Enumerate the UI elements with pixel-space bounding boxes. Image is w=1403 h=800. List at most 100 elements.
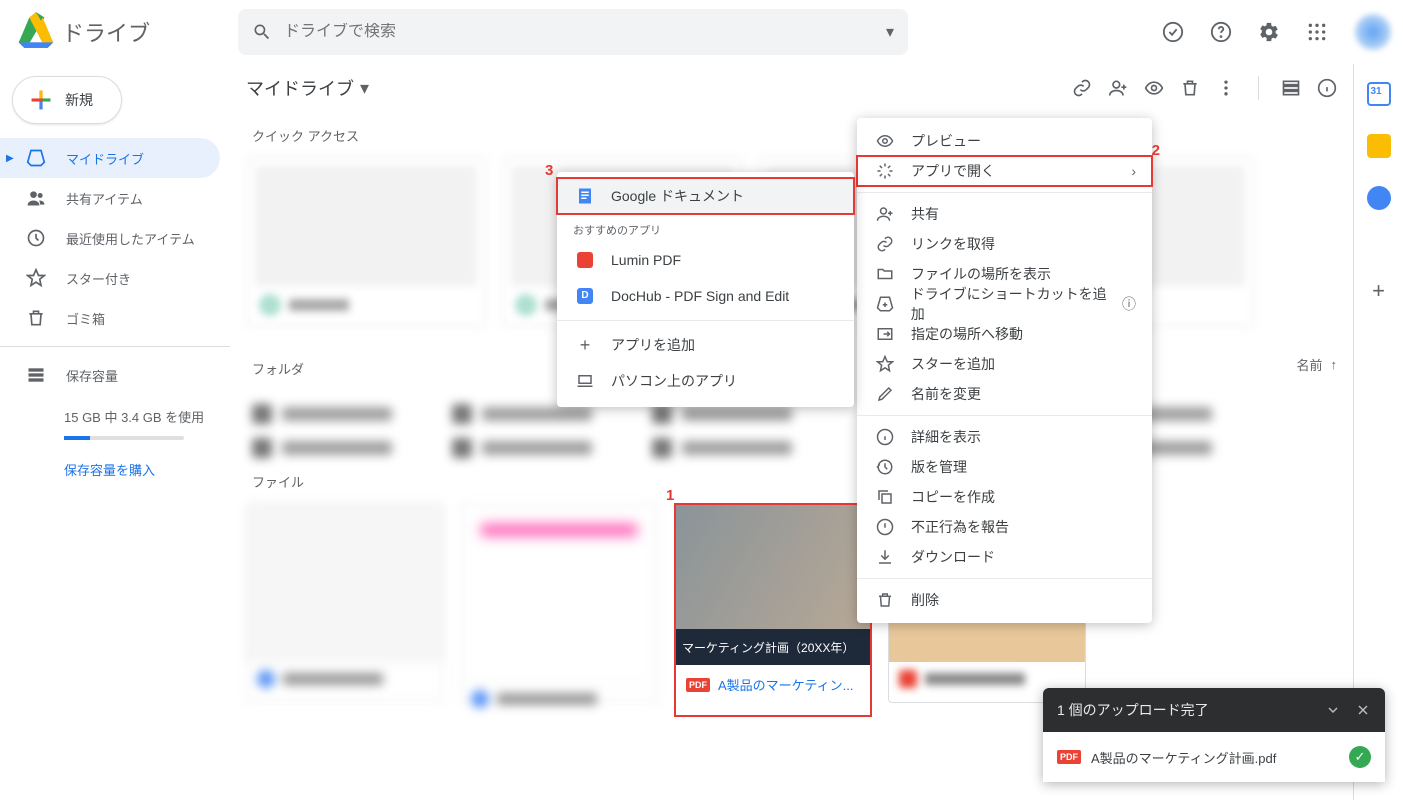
sidebar-item-label: 最近使用したアイテム (66, 229, 195, 248)
plus-icon (27, 86, 55, 114)
folders-label: フォルダ (252, 359, 304, 378)
annotation-3: 3 (545, 162, 553, 179)
ctx-rename[interactable]: 名前を変更 (857, 379, 1152, 409)
search-icon (252, 22, 272, 42)
ctx-remove[interactable]: 削除 (857, 585, 1152, 615)
sidebar-item-mydrive[interactable]: ▶ マイドライブ (0, 138, 220, 178)
storage-icon (24, 365, 48, 385)
ctx-versions[interactable]: 版を管理 (857, 452, 1152, 482)
new-label: 新規 (65, 90, 93, 110)
lumin-icon (573, 252, 597, 268)
search-input[interactable] (284, 23, 886, 41)
link-icon[interactable] (1072, 78, 1092, 98)
ctx-report[interactable]: 不正行為を報告 (857, 512, 1152, 542)
trash-icon (24, 308, 48, 328)
pdf-icon: PDF (686, 678, 710, 692)
ctx-share[interactable]: 共有 (857, 199, 1152, 229)
open-with-icon (873, 162, 897, 180)
list-view-icon[interactable] (1281, 78, 1301, 98)
link-icon (873, 235, 897, 253)
sidebar-item-label: マイドライブ (66, 149, 144, 168)
open-with-submenu: 3 Google ドキュメント おすすめのアプリ Lumin PDF DDocH… (557, 172, 854, 407)
settings-icon[interactable] (1249, 12, 1289, 52)
add-person-icon (873, 205, 897, 223)
trash-icon (873, 591, 897, 609)
annotation-1: 1 (666, 487, 674, 504)
sidebar-item-starred[interactable]: スター付き (0, 258, 220, 298)
new-button[interactable]: 新規 (12, 76, 122, 124)
add-icon[interactable]: + (1372, 278, 1385, 304)
sidebar-item-trash[interactable]: ゴミ箱 (0, 298, 220, 338)
drive-logo[interactable] (16, 12, 56, 52)
eye-icon[interactable] (1144, 78, 1164, 98)
calendar-icon[interactable] (1367, 82, 1391, 106)
sidebar-item-label: スター付き (66, 269, 131, 288)
sidebar-item-shared[interactable]: 共有アイテム (0, 178, 220, 218)
sub-add-app[interactable]: +アプリを追加 (557, 327, 854, 363)
apps-icon[interactable] (1297, 12, 1337, 52)
selected-file-card[interactable]: 1 マーケティング計画（20XX年） PDF A製品のマーケティン... (674, 503, 872, 717)
ctx-add-shortcut[interactable]: ドライブにショートカットを追加ⓘ (857, 289, 1152, 319)
breadcrumb[interactable]: マイドライブ ▾ (246, 75, 369, 101)
file-banner: マーケティング計画（20XX年） (676, 629, 870, 665)
trash-icon[interactable] (1180, 78, 1200, 98)
files-label: ファイル (252, 472, 1337, 491)
tasks-icon[interactable] (1367, 186, 1391, 210)
help-icon: ⓘ (1122, 294, 1136, 314)
quick-card[interactable] (246, 157, 486, 327)
storage-label: 保存容量 (66, 366, 118, 385)
ready-offline-icon[interactable] (1153, 12, 1193, 52)
upload-panel: 1 個のアップロード完了 PDF A製品のマーケティング計画.pdf ✓ (1043, 688, 1385, 782)
buy-storage-link[interactable]: 保存容量を購入 (64, 460, 230, 479)
sidebar-item-storage[interactable]: 保存容量 (0, 355, 220, 395)
plus-icon: + (573, 335, 597, 356)
caret-right-icon: ▶ (6, 153, 14, 164)
file-name: A製品のマーケティン... (718, 675, 853, 694)
ctx-details[interactable]: 詳細を表示 (857, 422, 1152, 452)
file-card[interactable] (246, 503, 444, 703)
sub-desktop-apps[interactable]: パソコン上のアプリ (557, 363, 854, 399)
warning-icon (873, 518, 897, 536)
dochub-icon: D (573, 288, 597, 304)
eye-icon (873, 132, 897, 150)
sub-lumin[interactable]: Lumin PDF (557, 242, 854, 278)
more-icon[interactable] (1216, 78, 1236, 98)
check-icon: ✓ (1349, 746, 1371, 768)
add-person-icon[interactable] (1108, 78, 1128, 98)
info-icon[interactable] (1317, 78, 1337, 98)
ctx-download[interactable]: ダウンロード (857, 542, 1152, 572)
chevron-down-icon[interactable] (1325, 702, 1341, 718)
recommended-apps-label: おすすめのアプリ (557, 214, 854, 242)
pdf-icon: PDF (1057, 750, 1081, 764)
upload-row[interactable]: PDF A製品のマーケティング計画.pdf ✓ (1043, 732, 1385, 782)
search-bar[interactable]: ▾ (238, 9, 908, 55)
ctx-open-with[interactable]: 2 アプリで開く › (857, 156, 1152, 186)
dropdown-icon[interactable]: ▾ (886, 22, 894, 42)
clock-icon (24, 228, 48, 248)
ctx-add-star[interactable]: スターを追加 (857, 349, 1152, 379)
sidebar-item-label: 共有アイテム (66, 189, 143, 208)
keep-icon[interactable] (1367, 134, 1391, 158)
annotation-2: 2 (1152, 142, 1160, 159)
arrow-up-icon[interactable]: ↑ (1331, 357, 1338, 372)
ctx-make-copy[interactable]: コピーを作成 (857, 482, 1152, 512)
ctx-get-link[interactable]: リンクを取得 (857, 229, 1152, 259)
upload-filename: A製品のマーケティング計画.pdf (1091, 748, 1276, 767)
sub-dochub[interactable]: DDocHub - PDF Sign and Edit (557, 278, 854, 314)
move-icon (873, 325, 897, 343)
storage-bar (64, 436, 184, 440)
sort-label[interactable]: 名前 (1296, 355, 1322, 374)
help-icon[interactable] (1201, 12, 1241, 52)
sub-google-docs[interactable]: 3 Google ドキュメント (557, 178, 854, 214)
mydrive-icon (24, 148, 48, 168)
app-name: ドライブ (62, 16, 150, 48)
file-thumbnail (676, 505, 870, 629)
file-card[interactable] (460, 503, 658, 703)
storage-text: 15 GB 中 3.4 GB を使用 (64, 407, 230, 426)
sidebar-item-recent[interactable]: 最近使用したアイテム (0, 218, 220, 258)
ctx-preview[interactable]: プレビュー (857, 126, 1152, 156)
chevron-right-icon: › (1131, 163, 1136, 179)
avatar[interactable] (1355, 14, 1391, 50)
info-icon (873, 428, 897, 446)
close-icon[interactable] (1355, 702, 1371, 718)
